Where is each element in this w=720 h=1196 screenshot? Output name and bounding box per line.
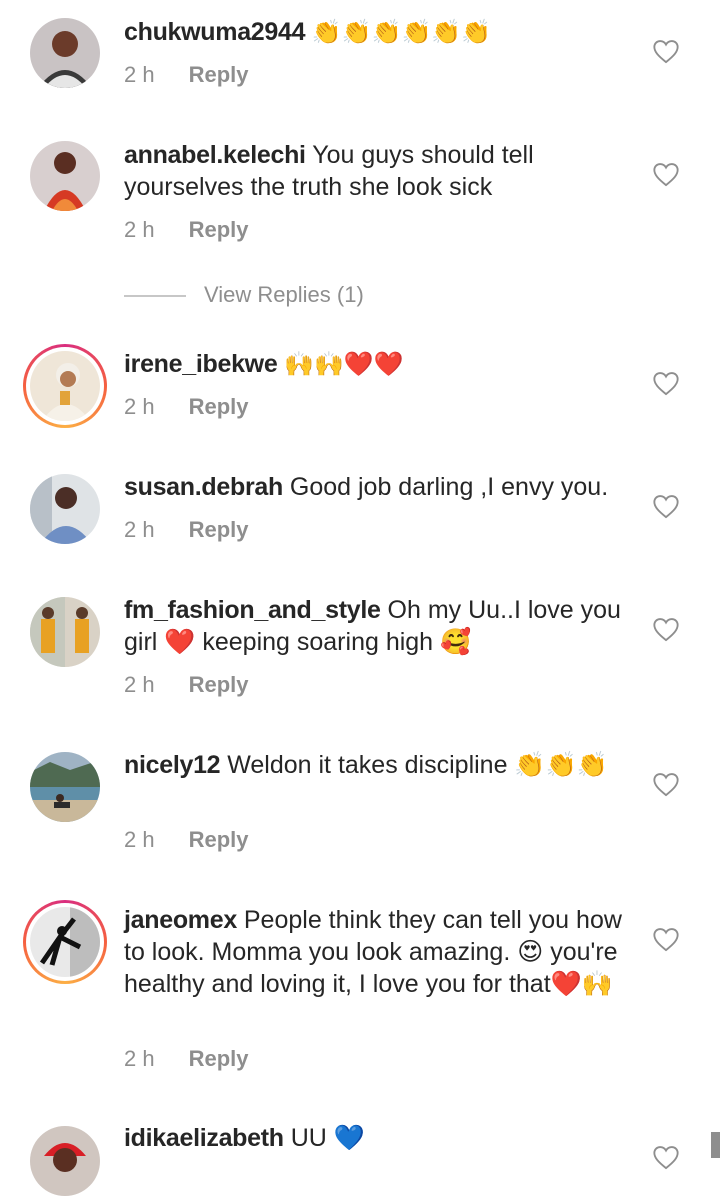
username[interactable]: nicely12 — [124, 751, 221, 779]
avatar[interactable] — [30, 18, 100, 88]
comment-body: idikaelizabeth UU 💙 — [124, 1122, 639, 1154]
comment-body: janeomex People think they can tell you … — [124, 904, 639, 1000]
heart-outline-icon[interactable] — [652, 370, 680, 396]
avatar[interactable] — [23, 900, 107, 984]
avatar[interactable] — [30, 597, 100, 667]
reply-button[interactable]: Reply — [189, 517, 249, 542]
timestamp: 2 h — [124, 672, 155, 697]
comment-body: nicely12 Weldon it takes discipline 👏👏👏 — [124, 749, 639, 781]
reply-button[interactable]: Reply — [189, 394, 249, 419]
timestamp: 2 h — [124, 517, 155, 542]
comment-text: UU 💙 — [283, 1124, 365, 1152]
heart-outline-icon[interactable] — [652, 1144, 680, 1170]
comment-body: fm_fashion_and_style Oh my Uu..I love yo… — [124, 594, 639, 658]
avatar[interactable] — [30, 141, 100, 211]
comment-text: Good job darling ,I envy you. — [282, 473, 609, 501]
comment-text: 🙌🙌❤️❤️ — [277, 351, 404, 378]
reply-button[interactable]: Reply — [189, 62, 249, 87]
comment-text: Weldon it takes discipline 👏👏👏 — [220, 751, 608, 779]
timestamp: 2 h — [124, 217, 155, 242]
timestamp: 2 h — [124, 394, 155, 419]
timestamp: 2 h — [124, 827, 155, 852]
heart-outline-icon[interactable] — [652, 493, 680, 519]
view-replies-button[interactable]: View Replies (1) — [124, 282, 364, 308]
divider — [124, 295, 186, 298]
comment-body: susan.debrah Good job darling ,I envy yo… — [124, 471, 639, 503]
avatar[interactable] — [30, 752, 100, 822]
avatar[interactable] — [23, 344, 107, 428]
reply-button[interactable]: Reply — [189, 827, 249, 852]
timestamp: 2 h — [124, 62, 155, 87]
comment-body: annabel.kelechi You guys should tell you… — [124, 139, 639, 203]
username[interactable]: annabel.kelechi — [124, 141, 306, 169]
timestamp: 2 h — [124, 1046, 155, 1071]
view-replies-label[interactable]: View Replies (1) — [204, 282, 364, 307]
heart-outline-icon[interactable] — [652, 771, 680, 797]
username[interactable]: idikaelizabeth — [124, 1124, 284, 1152]
comment-text: 👏👏👏👏👏👏 — [305, 19, 492, 46]
avatar[interactable] — [30, 474, 100, 544]
avatar[interactable] — [30, 1126, 100, 1196]
username[interactable]: fm_fashion_and_style — [124, 596, 381, 624]
heart-outline-icon[interactable] — [652, 161, 680, 187]
heart-outline-icon[interactable] — [652, 616, 680, 642]
reply-button[interactable]: Reply — [189, 217, 249, 242]
username[interactable]: janeomex — [124, 906, 237, 934]
reply-button[interactable]: Reply — [189, 1046, 249, 1071]
scrollbar[interactable] — [711, 1132, 720, 1158]
username[interactable]: irene_ibekwe — [124, 350, 278, 378]
comment-body: chukwuma2944 👏👏👏👏👏👏 — [124, 16, 639, 48]
heart-outline-icon[interactable] — [652, 926, 680, 952]
username[interactable]: susan.debrah — [124, 473, 283, 501]
username[interactable]: chukwuma2944 — [124, 18, 306, 46]
heart-outline-icon[interactable] — [652, 38, 680, 64]
comment-body: irene_ibekwe 🙌🙌❤️❤️ — [124, 348, 639, 380]
reply-button[interactable]: Reply — [189, 672, 249, 697]
